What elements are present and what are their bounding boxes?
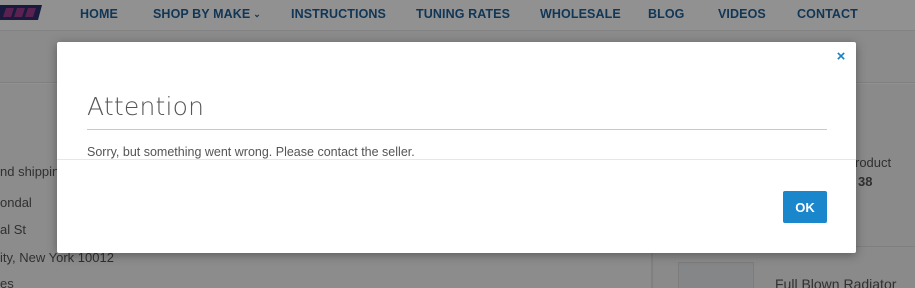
attention-dialog: × Attention Sorry, but something went wr…	[57, 42, 856, 253]
close-icon[interactable]: ×	[834, 49, 848, 64]
dialog-title: Attention	[87, 92, 205, 121]
title-divider	[87, 129, 827, 130]
dialog-message: Sorry, but something went wrong. Please …	[87, 145, 415, 159]
ok-button[interactable]: OK	[783, 191, 827, 223]
footer-divider	[57, 159, 856, 160]
